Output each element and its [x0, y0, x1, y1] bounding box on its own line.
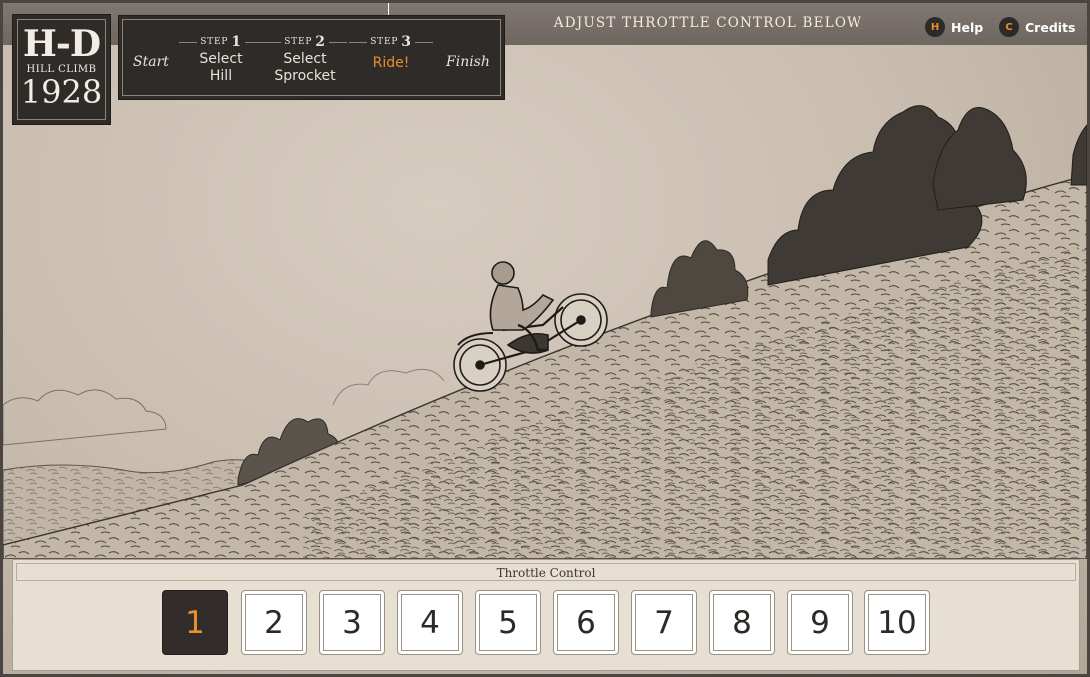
credits-key-badge: C — [999, 17, 1019, 37]
step-start: Start — [133, 54, 169, 70]
step-1-number: 1 — [231, 34, 242, 50]
throttle-title: Throttle Control — [16, 563, 1076, 581]
throttle-button-2[interactable]: 2 — [241, 590, 307, 655]
throttle-button-4[interactable]: 4 — [397, 590, 463, 655]
credits-button[interactable]: C Credits — [999, 16, 1075, 38]
instruction-text: ADJUST THROTTLE CONTROL BELOW — [553, 15, 863, 31]
step-3: STEP 3 Ride! — [349, 34, 433, 72]
throttle-button-9[interactable]: 9 — [787, 590, 853, 655]
step-3-label: Ride! — [372, 55, 410, 71]
logo-year: 1928 — [20, 73, 103, 111]
step-2-word: STEP — [284, 37, 313, 47]
game-frame: ADJUST THROTTLE CONTROL BELOW H Help C C… — [0, 0, 1090, 677]
step-2: STEP 2 Select Sprocket — [263, 34, 347, 85]
throttle-panel: Throttle Control 1 2 3 4 5 6 7 8 9 10 — [12, 559, 1080, 671]
step-2-label: Select Sprocket — [274, 51, 336, 84]
help-button[interactable]: H Help — [925, 16, 983, 38]
step-1-label: Select Hill — [199, 51, 243, 84]
hill-scene — [3, 105, 1087, 559]
step-finish: Finish — [446, 54, 490, 70]
help-label: Help — [951, 19, 984, 35]
logo-mark: H-D — [22, 23, 101, 65]
throttle-button-7[interactable]: 7 — [631, 590, 697, 655]
throttle-button-1[interactable]: 1 — [162, 590, 228, 655]
hd-logo: H-D HILL CLIMB 1928 — [12, 14, 111, 125]
throttle-button-6[interactable]: 6 — [553, 590, 619, 655]
throttle-button-10[interactable]: 10 — [864, 590, 930, 655]
help-key-badge: H — [925, 17, 945, 37]
throttle-button-5[interactable]: 5 — [475, 590, 541, 655]
throttle-button-3[interactable]: 3 — [319, 590, 385, 655]
step-progress: Start STEP 1 Select Hill STEP 2 Select Spr… — [118, 15, 505, 100]
step-1: STEP 1 Select Hill — [179, 34, 263, 85]
credits-label: Credits — [1025, 19, 1076, 35]
step-2-number: 2 — [315, 34, 326, 50]
step-1-word: STEP — [200, 37, 229, 47]
throttle-button-8[interactable]: 8 — [709, 590, 775, 655]
step-3-number: 3 — [401, 34, 412, 50]
step-3-word: STEP — [370, 37, 399, 47]
